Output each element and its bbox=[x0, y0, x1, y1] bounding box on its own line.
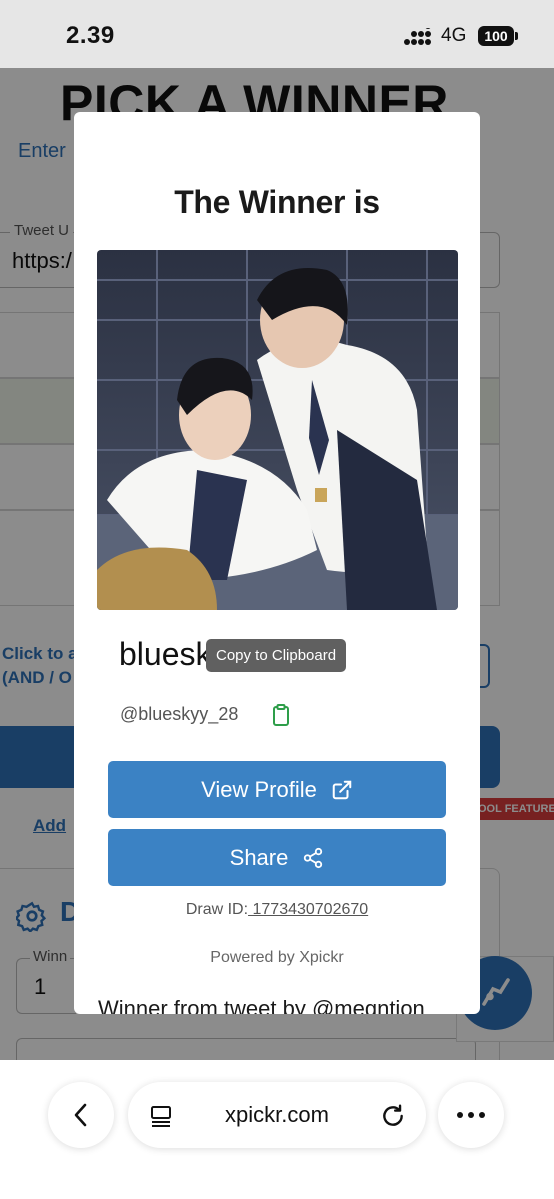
view-profile-label: View Profile bbox=[201, 776, 317, 802]
external-link-icon bbox=[332, 780, 352, 799]
winner-photo bbox=[97, 250, 458, 610]
modal-title: The Winner is bbox=[174, 184, 380, 220]
more-icon bbox=[457, 1112, 485, 1118]
copy-tooltip: Copy to Clipboard bbox=[206, 639, 347, 672]
signal-icon bbox=[404, 28, 431, 45]
share-icon bbox=[304, 847, 323, 868]
share-button[interactable]: Share bbox=[108, 829, 446, 886]
browser-toolbar: xpickr.com bbox=[0, 1060, 554, 1199]
battery-cap bbox=[515, 32, 518, 40]
more-button[interactable] bbox=[438, 1082, 504, 1148]
draw-id-row: Draw ID: 1773430702670 bbox=[74, 901, 480, 919]
winner-modal: The Winner is bluesk Copy to Clipboard @… bbox=[74, 112, 480, 1014]
status-time: 2.39 bbox=[66, 22, 115, 49]
network-label: 4G bbox=[441, 25, 467, 46]
powered-by: Powered by Xpickr bbox=[210, 949, 344, 966]
chevron-left-icon bbox=[74, 1103, 87, 1127]
share-label: Share bbox=[229, 844, 289, 870]
tabs-icon[interactable] bbox=[150, 1104, 174, 1128]
battery-icon: 100 bbox=[478, 26, 514, 46]
winner-handle: @blueskyy_28 bbox=[120, 704, 239, 724]
draw-id-label: Draw ID: bbox=[185, 901, 249, 918]
address-bar[interactable]: xpickr.com bbox=[128, 1082, 426, 1148]
clipboard-icon[interactable] bbox=[272, 704, 290, 726]
view-profile-button[interactable]: View Profile bbox=[108, 761, 446, 818]
winner-from-text: Winner from tweet by @megntion bbox=[98, 996, 425, 1014]
reload-icon[interactable] bbox=[380, 1103, 406, 1129]
status-bar: 2.39 4G 100 bbox=[0, 0, 554, 68]
back-button[interactable] bbox=[48, 1082, 114, 1148]
draw-id-link[interactable]: 1773430702670 bbox=[248, 901, 368, 918]
winner-name: bluesk bbox=[119, 636, 212, 672]
